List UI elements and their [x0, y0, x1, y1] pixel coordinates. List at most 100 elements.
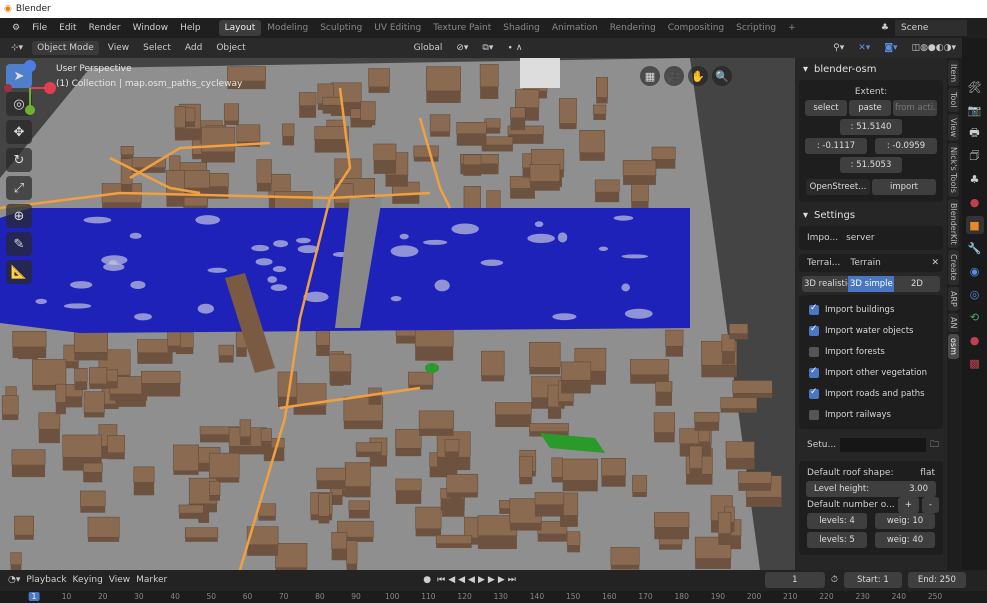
- roof-shape-dropdown[interactable]: flat: [920, 468, 935, 478]
- menu-add[interactable]: Add: [180, 41, 207, 55]
- import-from-dropdown[interactable]: server: [846, 233, 875, 243]
- orientation-selector[interactable]: Global: [409, 41, 448, 55]
- remove-level-button[interactable]: -: [921, 497, 939, 513]
- end-frame-field[interactable]: End: 250: [907, 572, 966, 588]
- constraints-icon[interactable]: ⟲: [966, 308, 984, 326]
- xray-icon[interactable]: ◙▾: [879, 41, 902, 55]
- view-layer-icon[interactable]: 🗇: [966, 147, 984, 165]
- world-properties-icon[interactable]: ●: [966, 193, 984, 211]
- checkbox-row[interactable]: Import forests: [803, 341, 939, 362]
- menu-render[interactable]: Render: [83, 20, 127, 36]
- tab-animation[interactable]: Animation: [546, 20, 604, 36]
- timeline-editor-icon[interactable]: ◔▾: [8, 575, 20, 585]
- render-properties-icon[interactable]: 📷: [966, 101, 984, 119]
- proportional-edit-icon[interactable]: ∙ ∧: [502, 41, 527, 55]
- material-properties-icon[interactable]: ●: [966, 331, 984, 349]
- tab-uv-editing[interactable]: UV Editing: [368, 20, 427, 36]
- record-button[interactable]: ●: [423, 575, 431, 585]
- physics-icon[interactable]: ◎: [966, 285, 984, 303]
- zoom-icon[interactable]: 🔍: [712, 66, 732, 86]
- tab-layout[interactable]: Layout: [218, 20, 262, 36]
- scale-tool-icon[interactable]: ⤢: [6, 176, 32, 200]
- select-button[interactable]: select: [805, 100, 847, 116]
- checkbox-row[interactable]: Import buildings: [803, 299, 939, 320]
- levels-field[interactable]: levels: 4: [807, 513, 867, 529]
- from-active-button[interactable]: from acti...: [893, 100, 937, 116]
- menu-marker[interactable]: Marker: [136, 575, 167, 585]
- menu-view[interactable]: View: [109, 575, 130, 585]
- checkbox[interactable]: [809, 366, 819, 378]
- scene-selector[interactable]: Scene: [895, 20, 967, 36]
- stopwatch-icon[interactable]: ⏱: [831, 575, 838, 585]
- south-field[interactable]: : 51.5053: [840, 157, 902, 173]
- checkbox[interactable]: [809, 303, 819, 315]
- annotate-tool-icon[interactable]: ✎: [6, 232, 32, 256]
- camera-view-icon[interactable]: 🎥: [664, 66, 684, 86]
- snap-icon[interactable]: ⧉▾: [477, 41, 498, 55]
- west-field[interactable]: : -0.1117: [805, 138, 867, 154]
- checkbox-row[interactable]: Import other vegetation: [803, 362, 939, 383]
- tab-scripting[interactable]: Scripting: [730, 20, 782, 36]
- sidebar-tab[interactable]: BlenderKit: [948, 198, 959, 249]
- weight-field[interactable]: weig: 40: [875, 532, 935, 548]
- menu-object[interactable]: Object: [211, 41, 250, 55]
- checkbox-row[interactable]: Import railways: [803, 404, 939, 425]
- import-button[interactable]: import: [872, 179, 936, 195]
- setup-path-field[interactable]: [840, 438, 926, 452]
- tab-shading[interactable]: Shading: [497, 20, 546, 36]
- tab-compositing[interactable]: Compositing: [662, 20, 730, 36]
- rotate-tool-icon[interactable]: ↻: [6, 148, 32, 172]
- pivot-icon[interactable]: ⊘▾: [451, 41, 473, 55]
- sidebar-tab[interactable]: Tool: [948, 88, 959, 112]
- editor-type-icon[interactable]: ⊹▾: [6, 41, 28, 55]
- object-properties-icon[interactable]: ■: [965, 216, 984, 234]
- sidebar-tab[interactable]: ARP: [948, 286, 959, 311]
- menu-select[interactable]: Select: [138, 41, 176, 55]
- menu-window[interactable]: Window: [127, 20, 175, 36]
- add-level-button[interactable]: +: [897, 497, 920, 513]
- addon-panel-header[interactable]: ▾ blender-osm: [799, 60, 943, 78]
- move-tool-icon[interactable]: ✥: [6, 120, 32, 144]
- checkbox[interactable]: [809, 409, 819, 420]
- clear-terrain-icon[interactable]: ✕: [931, 258, 939, 268]
- tab-texture-paint[interactable]: Texture Paint: [427, 20, 497, 36]
- sidebar-tab[interactable]: Item: [948, 60, 959, 87]
- navigation-gizmo[interactable]: [0, 58, 60, 118]
- sidebar-tab[interactable]: View: [948, 113, 959, 141]
- texture-properties-icon[interactable]: ▩: [966, 354, 984, 372]
- start-frame-field[interactable]: Start: 1: [843, 572, 902, 588]
- particles-icon[interactable]: ◉: [966, 262, 984, 280]
- mode-3d-realistic[interactable]: 3D realistic: [802, 276, 848, 292]
- output-properties-icon[interactable]: 🖶: [966, 124, 984, 142]
- weight-field[interactable]: weig: 10: [875, 513, 935, 529]
- menu-playback[interactable]: Playback: [26, 575, 66, 585]
- menu-view[interactable]: View: [103, 41, 134, 55]
- scene-icon[interactable]: ♣: [875, 20, 895, 36]
- mode-selector[interactable]: Object Mode: [32, 41, 99, 55]
- frame-ruler[interactable]: 1 10 20 30 40 50 60 70 80 90 100 110 120 130 140 150 160…: [0, 591, 987, 603]
- menu-help[interactable]: Help: [174, 20, 207, 36]
- modifier-properties-icon[interactable]: 🔧: [966, 239, 984, 257]
- playback-controls[interactable]: ⏮◀◀◀▶▶▶⏭: [437, 575, 519, 585]
- settings-panel-header[interactable]: ▾ Settings: [799, 206, 943, 224]
- measure-tool-icon[interactable]: 📐: [6, 260, 32, 284]
- 3d-viewport[interactable]: User Perspective (1) Collection | map.os…: [0, 58, 795, 570]
- checkbox-row[interactable]: Import water objects: [803, 320, 939, 341]
- scene-properties-icon[interactable]: ♣: [966, 170, 984, 188]
- tab-rendering[interactable]: Rendering: [604, 20, 662, 36]
- mode-2d[interactable]: 2D: [894, 276, 940, 292]
- menu-file[interactable]: File: [26, 20, 53, 36]
- levels-field[interactable]: levels: 5: [807, 532, 867, 548]
- sidebar-tab[interactable]: Nick's Tools: [948, 142, 959, 197]
- east-field[interactable]: : -0.0959: [875, 138, 937, 154]
- menu-keying[interactable]: Keying: [73, 575, 103, 585]
- paste-button[interactable]: paste: [849, 100, 891, 116]
- shading-modes-icon[interactable]: ◫◍●◐◑▾: [907, 41, 961, 55]
- menu-edit[interactable]: Edit: [53, 20, 82, 36]
- gizmo-icon[interactable]: ⚲▾: [828, 41, 849, 55]
- mode-3d-simple[interactable]: 3D simple: [848, 276, 894, 292]
- sidebar-tab[interactable]: AN: [948, 312, 959, 333]
- current-frame-field[interactable]: 1: [764, 572, 825, 588]
- sidebar-tab[interactable]: osm: [948, 334, 959, 359]
- overlay-icon[interactable]: ✕▾: [853, 41, 875, 55]
